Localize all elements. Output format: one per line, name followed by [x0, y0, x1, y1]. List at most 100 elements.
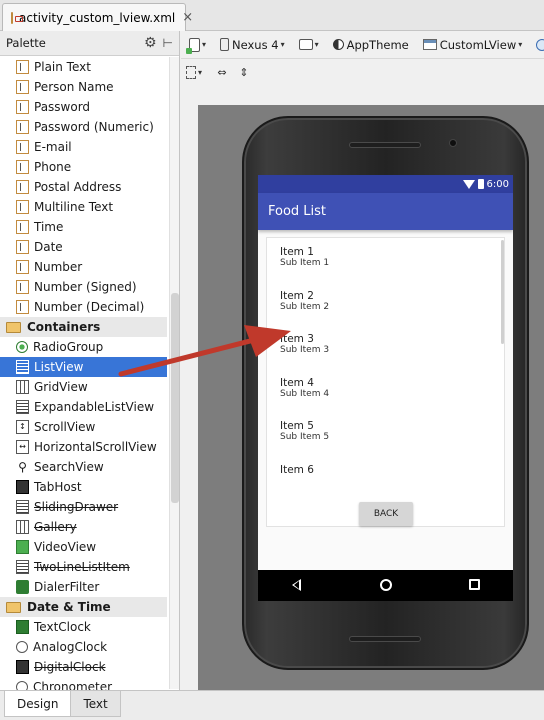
palette-item[interactable]: SlidingDrawer	[0, 497, 167, 517]
folder-icon	[6, 601, 21, 613]
palette-item[interactable]: AnalogClock	[0, 637, 167, 657]
text-field-icon	[16, 280, 29, 294]
device-screen[interactable]: 6:00 Food List Item 1 Sub Item 1 Item 2 Sub…	[258, 175, 513, 601]
locale-selector[interactable]	[532, 34, 544, 56]
palette-item[interactable]: TextClock	[0, 617, 167, 637]
palette-item[interactable]: VideoView	[0, 537, 167, 557]
list-item[interactable]: Item 3 Sub Item 3	[267, 325, 504, 369]
folder-icon	[6, 321, 21, 333]
palette-item[interactable]: Number (Signed)	[0, 277, 167, 297]
palette-item-label: SlidingDrawer	[34, 500, 119, 514]
list-view[interactable]: Item 1 Sub Item 1 Item 2 Sub Item 2 Item 3 Su…	[266, 237, 505, 527]
app-bar[interactable]: Food List	[258, 193, 513, 230]
two-line-list-icon	[16, 560, 29, 574]
palette-item[interactable]: ⚲ SearchView	[0, 457, 167, 477]
palette-item-label: Number (Signed)	[34, 280, 137, 294]
list-item-title: Item 5	[280, 420, 314, 432]
text-clock-icon	[16, 620, 29, 634]
palette-item[interactable]: E-mail	[0, 137, 167, 157]
hide-panel-icon[interactable]: ⊢	[163, 36, 173, 50]
text-field-icon	[16, 160, 29, 174]
device-mode-button[interactable]: ▾	[185, 34, 210, 56]
toggle-width-button[interactable]: ⇔	[213, 63, 231, 81]
palette-item[interactable]: TwoLineListItem	[0, 557, 167, 577]
palette-item-label: E-mail	[34, 140, 72, 154]
list-item-subtitle: Sub Item 2	[280, 301, 330, 312]
palette-category[interactable]: Containers	[0, 317, 167, 337]
palette-item[interactable]: Password	[0, 97, 167, 117]
toggle-height-button[interactable]: ⇕	[235, 63, 253, 81]
nav-back-icon[interactable]	[292, 579, 301, 591]
palette-item[interactable]: Date	[0, 237, 167, 257]
list-item[interactable]: Item 2 Sub Item 2	[267, 282, 504, 326]
palette-item[interactable]: Plain Text	[0, 57, 167, 77]
theme-selector[interactable]: AppTheme	[329, 34, 413, 56]
tab-design[interactable]: Design	[4, 691, 72, 717]
palette-item[interactable]: Chronometer	[0, 677, 167, 690]
palette-item-label: Postal Address	[34, 180, 122, 194]
palette-item[interactable]: RadioGroup	[0, 337, 167, 357]
list-item-subtitle: Sub Item 3	[280, 345, 330, 355]
palette-category-label: Containers	[27, 320, 101, 334]
activity-icon	[422, 39, 437, 50]
device-icon	[186, 37, 200, 54]
back-button[interactable]: BACK	[359, 502, 413, 526]
palette-item[interactable]: Person Name	[0, 77, 167, 97]
palette-item[interactable]: Multiline Text	[0, 197, 167, 217]
palette-item[interactable]: Phone	[0, 157, 167, 177]
activity-selector[interactable]: CustomLView ▾	[419, 34, 527, 56]
activity-selector-label: CustomLView	[439, 37, 517, 52]
palette-category[interactable]: Date & Time	[0, 597, 167, 617]
nav-home-icon[interactable]	[380, 579, 392, 591]
list-item-subtitle: Sub Item 5	[280, 432, 330, 442]
palette-item[interactable]: Postal Address	[0, 177, 167, 197]
tab-text[interactable]: Text	[70, 691, 121, 717]
text-field-icon	[16, 240, 29, 254]
palette-item[interactable]: ExpandableListView	[0, 397, 167, 417]
nav-recents-icon[interactable]	[469, 579, 480, 590]
palette-item[interactable]: Time	[0, 217, 167, 237]
gear-icon[interactable]: ⚙	[144, 35, 157, 51]
palette-item[interactable]: DialerFilter	[0, 577, 167, 597]
list-item[interactable]: Item 4 Sub Item 4	[267, 369, 504, 413]
palette-item-label: Number (Decimal)	[34, 300, 145, 314]
list-item[interactable]: Item 6	[267, 456, 504, 500]
palette-item[interactable]: GridView	[0, 377, 167, 397]
speaker-grille	[349, 142, 421, 148]
tab-host-icon	[16, 480, 29, 494]
palette-item[interactable]: ↔ HorizontalScrollView	[0, 437, 167, 457]
palette-item[interactable]: TabHost	[0, 477, 167, 497]
palette-item[interactable]: ListView	[0, 357, 167, 377]
zoom-fit-icon	[186, 65, 196, 79]
palette-item-label: TextClock	[34, 620, 91, 634]
palette-item[interactable]: ↕ ScrollView	[0, 417, 167, 437]
device-frame: 6:00 Food List Item 1 Sub Item 1 Item 2 Sub…	[242, 116, 529, 670]
design-canvas[interactable]: 6:00 Food List Item 1 Sub Item 1 Item 2 Sub…	[198, 105, 544, 690]
palette-item-label: TabHost	[34, 480, 82, 494]
editor-tab-activity-xml[interactable]: activity_custom_lview.xml ×	[2, 3, 193, 31]
palette-header: Palette ⚙ ⊢	[0, 31, 179, 56]
palette-item-label: TwoLineListItem	[34, 560, 130, 574]
list-view-scrollbar	[501, 240, 504, 344]
device-selector[interactable]: Nexus 4 ▾	[216, 34, 289, 56]
zoom-fit-button[interactable]: ▾	[185, 63, 203, 81]
list-item-subtitle: Sub Item 4	[280, 388, 330, 399]
list-item[interactable]: Item 5 Sub Item 5	[267, 412, 504, 456]
editor-tab-bar: activity_custom_lview.xml ×	[0, 0, 544, 31]
palette-scrollbar[interactable]	[169, 57, 179, 689]
speaker-grille	[349, 636, 421, 642]
battery-icon	[477, 179, 484, 189]
text-field-icon	[16, 180, 29, 194]
text-field-icon	[16, 140, 29, 154]
palette-item[interactable]: Number (Decimal)	[0, 297, 167, 317]
palette-item[interactable]: Password (Numeric)	[0, 117, 167, 137]
close-icon[interactable]: ×	[182, 10, 193, 25]
palette-item[interactable]: Gallery	[0, 517, 167, 537]
chevron-down-icon: ▾	[202, 40, 207, 49]
list-item-title: Item 3	[280, 333, 314, 345]
list-item[interactable]: Item 1 Sub Item 1	[267, 238, 504, 282]
palette-item[interactable]: DigitalClock	[0, 657, 167, 677]
palette-item[interactable]: Number	[0, 257, 167, 277]
palette-scrollbar-thumb[interactable]	[171, 293, 179, 503]
orientation-button[interactable]: ▾	[295, 34, 323, 56]
